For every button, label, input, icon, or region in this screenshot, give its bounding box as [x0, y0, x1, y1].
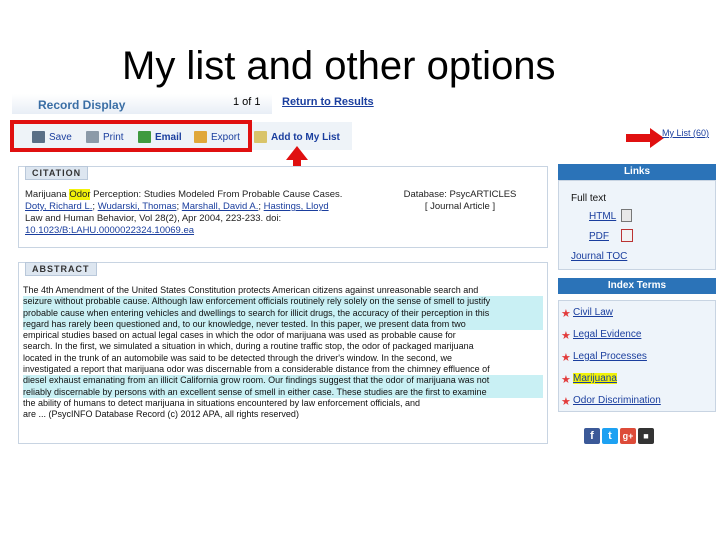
citation-database: Database: PsycARTICLES [ Journal Article…	[385, 189, 535, 213]
index-term-link[interactable]: Odor Discrimination	[573, 395, 661, 406]
google-plus-icon[interactable]: g+	[620, 428, 636, 444]
abstract-line: diesel exhaust emanating from an illicit…	[23, 375, 543, 387]
my-list-link[interactable]: My List (60)	[662, 128, 709, 138]
author-link[interactable]: Hastings, Lloyd	[264, 201, 329, 212]
citation-panel: CITATION Marijuana Odor Perception: Stud…	[18, 166, 548, 248]
citation-tab: CITATION	[25, 166, 89, 180]
citation-text: Marijuana Odor Perception: Studies Model…	[25, 189, 343, 236]
abstract-tab: ABSTRACT	[25, 262, 97, 276]
index-terms-header: Index Terms	[558, 278, 716, 294]
full-text-label: Full text	[571, 193, 607, 204]
toolbar-highlight-box	[10, 120, 252, 152]
delicious-icon[interactable]: ■	[638, 428, 654, 444]
record-display-label: Record Display	[38, 98, 126, 112]
abstract-line: search. In the first, we simulated a sit…	[23, 341, 474, 352]
abstract-line: reliably discernable by persons with an …	[23, 386, 543, 398]
links-box: Full text HTML PDF Journal TOC	[558, 180, 716, 270]
facebook-icon[interactable]: f	[584, 428, 600, 444]
html-document-icon	[621, 209, 632, 222]
index-terms-box: ★ Civil Law ★ Legal Evidence ★ Legal Pro…	[558, 300, 716, 412]
return-to-results-link[interactable]: Return to Results	[282, 96, 374, 108]
abstract-line: located in the trunk of an automobile wa…	[23, 352, 452, 363]
author-link[interactable]: Doty, Richard L.	[25, 201, 92, 212]
star-icon: ★	[561, 352, 571, 364]
add-to-my-list-label: Add to My List	[271, 131, 340, 143]
index-term-link[interactable]: Civil Law	[573, 307, 613, 318]
pdf-link[interactable]: PDF	[589, 231, 609, 242]
database-name: Database: PsycARTICLES	[403, 189, 517, 200]
abstract-line: empirical studies based on actual legal …	[23, 330, 456, 341]
abstract-line: investigated a report that marijuana odo…	[23, 364, 490, 375]
publication-type: [ Journal Article ]	[424, 201, 496, 212]
journal-info: Law and Human Behavior, Vol 28(2), Apr 2…	[25, 213, 282, 224]
add-to-my-list-button[interactable]: Add to My List	[254, 129, 340, 145]
abstract-line: the ability of humans to detect marijuan…	[23, 397, 421, 408]
index-term-link[interactable]: Legal Evidence	[573, 329, 641, 340]
doi-link[interactable]: 10.1023/B:LAHU.0000022324.10069.ea	[25, 225, 194, 236]
journal-toc-link[interactable]: Journal TOC	[571, 251, 627, 262]
abstract-panel: ABSTRACT The 4th Amendment of the United…	[18, 262, 548, 444]
abstract-line: seizure without probable cause. Although…	[23, 296, 543, 308]
pdf-icon	[621, 229, 633, 242]
html-link[interactable]: HTML	[589, 211, 616, 222]
author-link[interactable]: Wudarski, Thomas	[98, 201, 177, 212]
abstract-line: regard has rarely been questioned and, t…	[23, 318, 543, 331]
social-share-bar: f t g+ ■	[584, 428, 654, 444]
star-icon: ★	[561, 308, 571, 320]
index-term-link[interactable]: Legal Processes	[573, 351, 647, 362]
star-icon: ★	[561, 396, 571, 408]
database-screenshot: Record Display 1 of 1 Return to Results …	[10, 92, 716, 452]
right-arrow-annotation	[626, 128, 664, 148]
abstract-line: probable cause when entering vehicles an…	[23, 307, 543, 319]
page-count: 1 of 1	[233, 96, 261, 108]
author-link[interactable]: Marshall, David A.	[182, 201, 259, 212]
star-icon: ★	[561, 374, 571, 386]
citation-title: Marijuana Odor Perception: Studies Model…	[25, 189, 343, 200]
abstract-line: The 4th Amendment of the United States C…	[23, 285, 479, 295]
index-term-link[interactable]: Marijuana	[573, 373, 617, 384]
star-icon: ★	[561, 330, 571, 342]
abstract-line: are ... (PsycINFO Database Record (c) 20…	[23, 409, 299, 420]
abstract-text: The 4th Amendment of the United States C…	[23, 285, 543, 421]
links-header: Links	[558, 164, 716, 180]
folder-icon	[254, 131, 267, 143]
twitter-icon[interactable]: t	[602, 428, 618, 444]
slide-title: My list and other options	[122, 44, 556, 88]
